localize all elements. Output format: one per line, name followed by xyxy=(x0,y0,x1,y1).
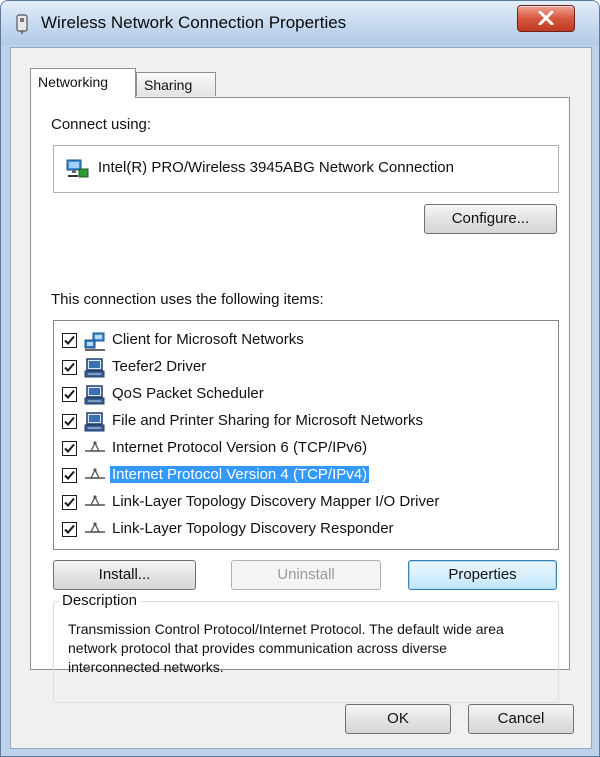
adapter-box: Intel(R) PRO/Wireless 3945ABG Network Co… xyxy=(53,145,559,193)
description-group: Transmission Control Protocol/Internet P… xyxy=(53,601,559,703)
checkmark-icon xyxy=(64,470,75,480)
title-bar[interactable]: Wireless Network Connection Properties xyxy=(1,1,599,45)
protocol-icon xyxy=(84,520,106,540)
computer-driver-icon xyxy=(84,412,106,432)
item-checkbox[interactable] xyxy=(62,360,77,375)
item-label: QoS Packet Scheduler xyxy=(112,385,264,402)
item-checkbox[interactable] xyxy=(62,441,77,456)
dialog-body: Networking Sharing Connect using: Intel(… xyxy=(10,47,592,749)
close-icon xyxy=(538,11,554,25)
cancel-button[interactable]: Cancel xyxy=(468,704,574,734)
item-label: Internet Protocol Version 4 (TCP/IPv4) xyxy=(110,466,370,483)
checkmark-icon xyxy=(64,389,75,399)
network-adapter-icon xyxy=(16,14,28,34)
list-item[interactable]: Internet Protocol Version 6 (TCP/IPv6) xyxy=(62,437,550,461)
configure-button[interactable]: Configure... xyxy=(424,204,557,234)
item-checkbox[interactable] xyxy=(62,414,77,429)
properties-button[interactable]: Properties xyxy=(408,560,557,590)
item-label: Client for Microsoft Networks xyxy=(112,331,304,348)
computer-driver-icon xyxy=(84,358,106,378)
item-checkbox[interactable] xyxy=(62,495,77,510)
item-checkbox[interactable] xyxy=(62,468,77,483)
install-button[interactable]: Install... xyxy=(53,560,196,590)
item-label: Internet Protocol Version 6 (TCP/IPv6) xyxy=(112,439,368,456)
checkmark-icon xyxy=(64,443,75,453)
dialog-window: Wireless Network Connection Properties N… xyxy=(0,0,600,757)
list-item[interactable]: Client for Microsoft Networks xyxy=(62,329,550,353)
checkmark-icon xyxy=(64,416,75,426)
item-label: Link-Layer Topology Discovery Mapper I/O… xyxy=(112,493,440,510)
items-label: This connection uses the following items… xyxy=(51,291,324,308)
item-checkbox[interactable] xyxy=(62,522,77,537)
item-checkbox[interactable] xyxy=(62,387,77,402)
protocol-icon xyxy=(84,493,106,513)
list-item[interactable]: QoS Packet Scheduler xyxy=(62,383,550,407)
item-label: Link-Layer Topology Discovery Responder xyxy=(112,520,394,537)
list-item[interactable]: Teefer2 Driver xyxy=(62,356,550,380)
checkmark-icon xyxy=(64,497,75,507)
items-list[interactable]: Client for Microsoft Networks Teefer2 Dri… xyxy=(53,320,559,550)
protocol-icon xyxy=(84,439,106,459)
list-item[interactable]: Link-Layer Topology Discovery Responder xyxy=(62,518,550,542)
close-button[interactable] xyxy=(517,5,575,32)
checkmark-icon xyxy=(64,524,75,534)
ok-button[interactable]: OK xyxy=(345,704,451,734)
list-item[interactable]: Internet Protocol Version 4 (TCP/IPv4) xyxy=(62,464,550,488)
window-title: Wireless Network Connection Properties xyxy=(41,13,347,32)
protocol-icon xyxy=(84,466,106,486)
list-item[interactable]: Link-Layer Topology Discovery Mapper I/O… xyxy=(62,491,550,515)
connect-using-label: Connect using: xyxy=(51,116,152,133)
network-connection-icon xyxy=(66,159,89,178)
item-label: File and Printer Sharing for Microsoft N… xyxy=(112,412,423,429)
item-checkbox[interactable] xyxy=(62,333,77,348)
tab-networking-label: Networking xyxy=(38,74,109,90)
uninstall-button[interactable]: Uninstall xyxy=(231,560,381,590)
description-text: Transmission Control Protocol/Internet P… xyxy=(68,621,504,675)
list-item[interactable]: File and Printer Sharing for Microsoft N… xyxy=(62,410,550,434)
checkmark-icon xyxy=(64,362,75,372)
adapter-name: Intel(R) PRO/Wireless 3945ABG Network Co… xyxy=(98,159,454,176)
tab-networking[interactable]: Networking xyxy=(30,68,136,98)
client-network-icon xyxy=(84,331,106,351)
networking-panel: Connect using: Intel(R) PRO/Wireless 394… xyxy=(30,97,570,703)
checkmark-icon xyxy=(64,335,75,345)
tab-sharing-label: Sharing xyxy=(144,77,193,93)
computer-driver-icon xyxy=(84,385,106,405)
tab-sharing[interactable]: Sharing xyxy=(136,72,216,96)
item-label: Teefer2 Driver xyxy=(112,358,207,375)
description-title: Description xyxy=(59,592,141,609)
